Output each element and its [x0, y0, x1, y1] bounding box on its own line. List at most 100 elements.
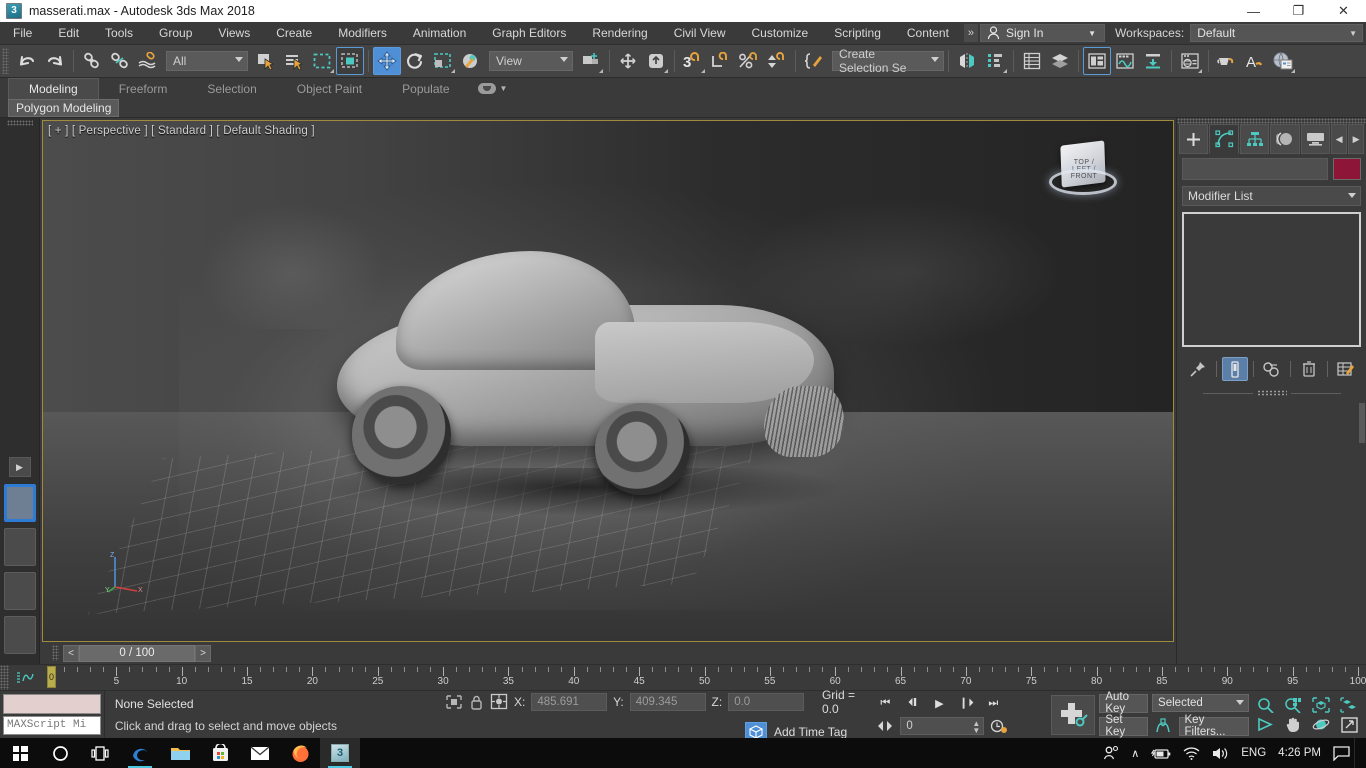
layer-button-1[interactable]: [3, 484, 36, 522]
object-name-input[interactable]: [1182, 158, 1328, 180]
show-end-result-button[interactable]: [1221, 357, 1248, 381]
toolbar-grip[interactable]: [2, 48, 9, 74]
minimize-button[interactable]: —: [1231, 0, 1276, 22]
menu-create[interactable]: Create: [263, 22, 325, 44]
firefox-taskbar-button[interactable]: [280, 738, 320, 768]
align-button[interactable]: [981, 47, 1009, 75]
object-color-swatch[interactable]: [1333, 158, 1361, 180]
layer-button-2[interactable]: [3, 528, 36, 566]
maximize-viewport-toggle-button[interactable]: [1335, 715, 1363, 735]
go-to-end-button[interactable]: ⏭: [981, 694, 1005, 713]
left-strip-expand-button[interactable]: ▶: [8, 457, 31, 477]
mirror-button[interactable]: [953, 47, 981, 75]
scene-explorer-button[interactable]: [1018, 47, 1046, 75]
maximize-button[interactable]: ❐: [1276, 0, 1321, 22]
volume-icon[interactable]: [1212, 746, 1229, 761]
view-cube[interactable]: TOP / LEFT / FRONT: [1049, 140, 1117, 201]
current-frame-field[interactable]: 0 / 100: [79, 644, 195, 662]
layer-button-4[interactable]: [3, 616, 36, 654]
menu-file[interactable]: File: [0, 22, 45, 44]
zoom-extents-button[interactable]: [1307, 695, 1335, 715]
ribbon-tab-freeform[interactable]: Freeform: [99, 78, 188, 99]
cortana-search-button[interactable]: [40, 738, 80, 768]
select-and-link-button[interactable]: [78, 47, 106, 75]
menu-customize[interactable]: Customize: [739, 22, 822, 44]
network-icon[interactable]: [1183, 746, 1200, 760]
set-key-button[interactable]: Set Key: [1099, 714, 1149, 738]
car-model[interactable]: [316, 246, 844, 517]
absolute-relative-transform-toggle[interactable]: [490, 693, 508, 710]
select-object-button[interactable]: [252, 47, 280, 75]
perspective-viewport[interactable]: [ + ] [ Perspective ] [ Standard ] [ Def…: [42, 120, 1174, 642]
command-panel-scroll-right-button[interactable]: ▶: [1348, 124, 1365, 154]
layer-manager-button[interactable]: [1046, 47, 1074, 75]
file-explorer-taskbar-button[interactable]: [160, 738, 200, 768]
previous-frame-arrow[interactable]: <: [63, 644, 79, 662]
menu-edit[interactable]: Edit: [45, 22, 92, 44]
show-desktop-button[interactable]: [1354, 738, 1366, 768]
menu-content[interactable]: Content: [894, 22, 962, 44]
timeline-playhead[interactable]: 0: [47, 666, 56, 688]
rectangular-selection-region-button[interactable]: [308, 47, 336, 75]
start-button[interactable]: [0, 738, 40, 768]
left-strip-grip[interactable]: [6, 120, 33, 126]
menu-group[interactable]: Group: [146, 22, 205, 44]
workspace-select[interactable]: Default ▼: [1190, 24, 1363, 42]
spinner-snap-toggle-button[interactable]: [763, 47, 791, 75]
previous-frame-button[interactable]: ⏴❙: [900, 694, 924, 713]
ribbon-tab-object-paint[interactable]: Object Paint: [277, 78, 382, 99]
snaps-3d-button[interactable]: 3: [679, 47, 707, 75]
time-slider-grip[interactable]: [52, 645, 59, 661]
menu-tools[interactable]: Tools: [92, 22, 146, 44]
menu-views[interactable]: Views: [205, 22, 263, 44]
menu-civil-view[interactable]: Civil View: [661, 22, 739, 44]
layer-explorer-button[interactable]: [1083, 47, 1111, 75]
set-key-filter-icon-button[interactable]: [1152, 717, 1174, 736]
auto-key-button[interactable]: Auto Key: [1099, 691, 1149, 715]
time-configuration-button[interactable]: [987, 717, 1011, 736]
track-bar-grip[interactable]: [0, 665, 9, 690]
ribbon-tab-modeling[interactable]: Modeling: [8, 78, 99, 99]
remove-modifier-button[interactable]: [1296, 357, 1322, 381]
show-hidden-icons-button[interactable]: ∧: [1131, 747, 1139, 760]
percent-snap-toggle-button[interactable]: [735, 47, 763, 75]
coord-z-field[interactable]: 0.0: [728, 692, 804, 711]
next-frame-arrow[interactable]: >: [195, 644, 211, 662]
select-and-place-button[interactable]: [457, 47, 485, 75]
ribbon-minimize-control[interactable]: ▼: [470, 78, 516, 99]
window-crossing-button[interactable]: [336, 47, 364, 75]
orbit-button[interactable]: [1307, 715, 1335, 735]
edit-named-selection-sets-button[interactable]: [800, 47, 828, 75]
next-frame-button[interactable]: ❙⏵: [954, 694, 978, 713]
play-animation-button[interactable]: ▶: [927, 694, 951, 713]
motion-tab[interactable]: [1270, 124, 1300, 154]
key-filters-button[interactable]: Key Filters...: [1178, 714, 1250, 738]
track-bar[interactable]: 0 5 10 15 20 25 30 35 40 45 50 55 60 65 70 75 80 85 90 95 10…: [0, 664, 1366, 690]
maxscript-listener-pane[interactable]: [3, 694, 101, 714]
menu-rendering[interactable]: Rendering: [579, 22, 660, 44]
bind-to-space-warp-button[interactable]: [134, 47, 162, 75]
key-mode-select[interactable]: Selected: [1152, 694, 1250, 712]
reference-coordinate-system-select[interactable]: View: [489, 51, 573, 71]
microsoft-store-taskbar-button[interactable]: [200, 738, 240, 768]
field-of-view-button[interactable]: [1251, 715, 1279, 735]
render-setup-button[interactable]: [1213, 47, 1241, 75]
go-to-start-button[interactable]: ⏮: [873, 694, 897, 713]
zoom-all-button[interactable]: [1279, 695, 1307, 715]
configure-modifier-sets-button[interactable]: [1333, 357, 1359, 381]
clock[interactable]: 4:26 PM: [1278, 747, 1321, 760]
redo-button[interactable]: [41, 47, 69, 75]
maxscript-mini-listener[interactable]: MAXScript Mi: [3, 715, 101, 735]
close-button[interactable]: ✕: [1321, 0, 1366, 22]
sign-in-button[interactable]: Sign In ▼: [980, 24, 1106, 42]
people-icon[interactable]: [1103, 745, 1119, 761]
ribbon-tab-populate[interactable]: Populate: [382, 78, 469, 99]
modifier-stack-list[interactable]: [1182, 212, 1361, 347]
command-panel-scrollbar[interactable]: [1359, 403, 1365, 443]
pan-view-button[interactable]: [1279, 715, 1307, 735]
select-by-name-button[interactable]: [280, 47, 308, 75]
modify-tab[interactable]: [1209, 124, 1239, 154]
viewport-label[interactable]: [ + ] [ Perspective ] [ Standard ] [ Def…: [48, 125, 315, 137]
select-and-scale-button[interactable]: [429, 47, 457, 75]
edge-taskbar-button[interactable]: [120, 738, 160, 768]
